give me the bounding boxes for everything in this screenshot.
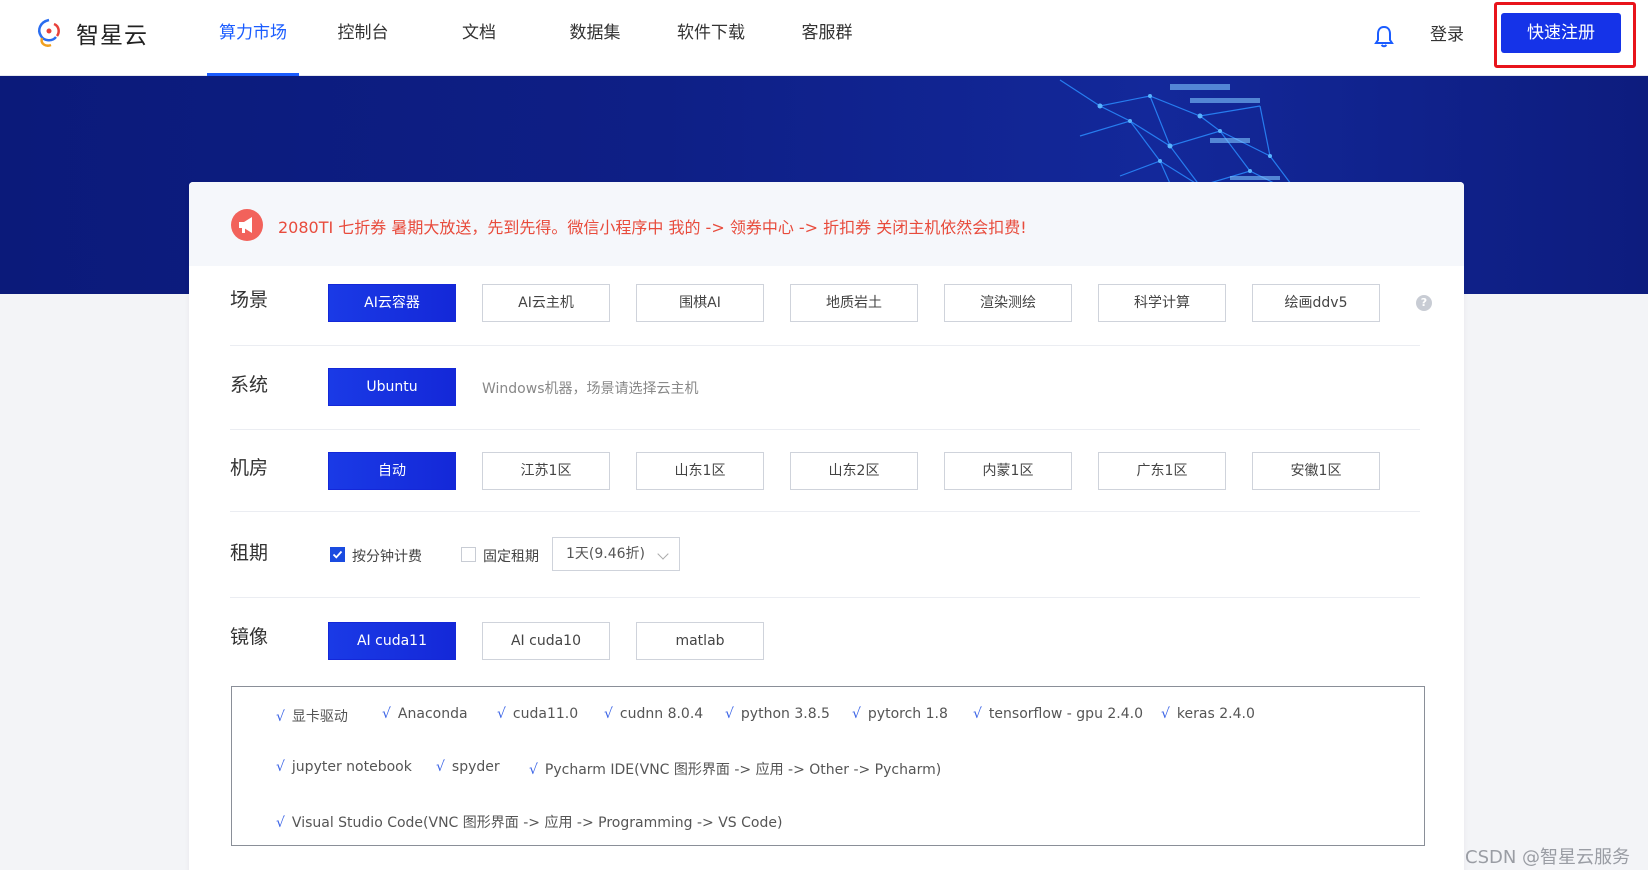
check-icon: √ xyxy=(529,762,538,778)
scene-option-go-ai[interactable]: 围棋AI xyxy=(636,284,764,322)
bell-icon[interactable] xyxy=(1373,24,1395,48)
login-link[interactable]: 登录 xyxy=(1430,20,1464,45)
scene-label: 场景 xyxy=(230,289,269,311)
per-minute-checkbox[interactable] xyxy=(330,547,345,562)
system-hint: Windows机器，场景请选择云主机 xyxy=(482,381,699,397)
scene-option-ai-container[interactable]: AI云容器 xyxy=(328,284,456,322)
system-label: 系统 xyxy=(230,374,269,396)
datacenter-option-shandong-1[interactable]: 山东1区 xyxy=(636,452,764,490)
per-minute-label[interactable]: 按分钟计费 xyxy=(352,546,422,566)
package-item: √ tensorflow - gpu 2.4.0 xyxy=(973,706,1144,722)
check-icon: √ xyxy=(276,759,285,775)
check-icon: √ xyxy=(604,706,613,722)
datacenter-option-guangdong-1[interactable]: 广东1区 xyxy=(1098,452,1226,490)
datacenter-option-auto[interactable]: 自动 xyxy=(328,452,456,490)
check-icon: √ xyxy=(1161,706,1170,722)
package-item: √ Visual Studio Code(VNC 图形界面 -> 应用 -> Pr… xyxy=(276,815,783,831)
package-item: √ python 3.8.5 xyxy=(725,706,830,722)
fixed-term-label[interactable]: 固定租期 xyxy=(483,546,539,566)
nav-customer-group[interactable]: 客服群 xyxy=(779,0,875,76)
datacenter-row: 机房 自动 江苏1区 山东1区 山东2区 内蒙1区 广东1区 安徽1区 xyxy=(230,430,1420,512)
datacenter-option-neimeng-1[interactable]: 内蒙1区 xyxy=(944,452,1072,490)
nav-compute-market[interactable]: 算力市场 xyxy=(205,0,301,76)
help-icon[interactable]: ? xyxy=(1416,295,1432,311)
brand-name: 智星云 xyxy=(76,23,148,49)
image-option-matlab[interactable]: matlab xyxy=(636,622,764,660)
brand-logo[interactable]: 智星云 xyxy=(32,16,148,50)
package-item: √ keras 2.4.0 xyxy=(1161,706,1255,722)
chevron-down-icon xyxy=(657,548,669,560)
package-item: √ cuda11.0 xyxy=(497,706,579,722)
promo-notice-text: 2080TI 七折券 暑期大放送，先到先得。微信小程序中 我的 -> 领券中心 … xyxy=(278,218,1027,237)
csdn-watermark: CSDN @智星云服务 xyxy=(1465,847,1631,868)
datacenter-option-shandong-2[interactable]: 山东2区 xyxy=(790,452,918,490)
scene-option-painting-ddv5[interactable]: 绘画ddv5 xyxy=(1252,284,1380,322)
fixed-term-checkbox[interactable] xyxy=(461,547,476,562)
duration-select[interactable]: 1天(9.46折) xyxy=(552,537,680,571)
image-option-ai-cuda11[interactable]: AI cuda11 xyxy=(328,622,456,660)
image-packages-box: √ 显卡驱动 √ Anaconda √ cuda11.0 √ cudnn 8.0.4 √… xyxy=(231,686,1425,846)
datacenter-label: 机房 xyxy=(230,457,269,479)
scene-option-ai-host[interactable]: AI云主机 xyxy=(482,284,610,322)
datacenter-option-jiangsu-1[interactable]: 江苏1区 xyxy=(482,452,610,490)
scene-option-scientific-computing[interactable]: 科学计算 xyxy=(1098,284,1226,322)
nav-datasets[interactable]: 数据集 xyxy=(547,0,643,76)
scene-option-render-survey[interactable]: 渲染测绘 xyxy=(944,284,1072,322)
package-item: √ jupyter notebook xyxy=(276,759,412,775)
logo-icon xyxy=(38,18,60,47)
check-icon: √ xyxy=(276,709,285,725)
top-header: 智星云 算力市场 控制台 文档 数据集 软件下载 客服群 登录 快速注册 xyxy=(0,0,1648,76)
check-icon: √ xyxy=(436,759,445,775)
package-item: √ cudnn 8.0.4 xyxy=(604,706,704,722)
config-card: 2080TI 七折券 暑期大放送，先到先得。微信小程序中 我的 -> 领券中心 … xyxy=(189,182,1464,870)
check-icon: √ xyxy=(382,706,391,722)
megaphone-icon xyxy=(231,209,263,241)
image-row: 镜像 AI cuda11 AI cuda10 matlab xyxy=(230,598,1420,686)
nav-console[interactable]: 控制台 xyxy=(315,0,411,76)
rental-row: 租期 按分钟计费 固定租期 1天(9.46折) xyxy=(230,512,1420,598)
package-item: √ pytorch 1.8 xyxy=(852,706,948,722)
package-item: √ Pycharm IDE(VNC 图形界面 -> 应用 -> Other -> … xyxy=(529,762,942,778)
system-option-ubuntu[interactable]: Ubuntu xyxy=(328,368,456,406)
scene-option-geology[interactable]: 地质岩土 xyxy=(790,284,918,322)
image-option-ai-cuda10[interactable]: AI cuda10 xyxy=(482,622,610,660)
image-label: 镜像 xyxy=(230,626,269,648)
nav-docs[interactable]: 文档 xyxy=(431,0,527,76)
check-icon: √ xyxy=(852,706,861,722)
nav-software-download[interactable]: 软件下载 xyxy=(663,0,759,76)
scene-row: 场景 AI云容器 AI云主机 围棋AI 地质岩土 渲染测绘 科学计算 绘画ddv… xyxy=(230,266,1432,346)
duration-select-value: 1天(9.46折) xyxy=(566,546,646,562)
datacenter-option-anhui-1[interactable]: 安徽1区 xyxy=(1252,452,1380,490)
check-icon: √ xyxy=(497,706,506,722)
check-icon: √ xyxy=(725,706,734,722)
rental-label: 租期 xyxy=(230,542,269,564)
main-nav: 算力市场 控制台 文档 数据集 软件下载 客服群 xyxy=(205,0,875,76)
register-button[interactable]: 快速注册 xyxy=(1501,13,1621,53)
check-icon: √ xyxy=(973,706,982,722)
package-item: √ spyder xyxy=(436,759,500,775)
package-item: √ Anaconda xyxy=(382,706,468,722)
promo-notice: 2080TI 七折券 暑期大放送，先到先得。微信小程序中 我的 -> 领券中心 … xyxy=(189,182,1464,266)
system-row: 系统 Ubuntu Windows机器，场景请选择云主机 xyxy=(230,346,1420,430)
package-item: √ 显卡驱动 xyxy=(276,709,348,725)
check-icon: √ xyxy=(276,815,285,831)
